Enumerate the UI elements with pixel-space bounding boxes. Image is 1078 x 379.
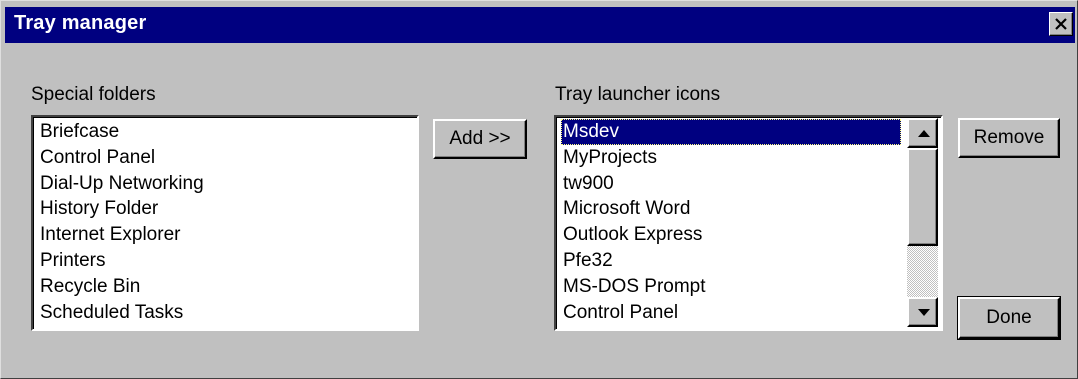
close-button[interactable] (1049, 12, 1073, 36)
list-item[interactable]: Control Panel (38, 145, 204, 171)
list-item[interactable]: Msdev (561, 119, 901, 145)
window-title: Tray manager (14, 12, 147, 34)
tray-launcher-icons-items: Msdev MyProjects tw900 Microsoft Word Outloo… (561, 119, 901, 325)
special-folders-label: Special folders (31, 84, 156, 105)
tray-launcher-icons-label: Tray launcher icons (555, 84, 721, 105)
scroll-up-button[interactable] (907, 118, 938, 148)
list-item[interactable]: Printers (38, 248, 204, 274)
tray-list-scrollbar[interactable] (907, 118, 938, 327)
close-icon (1055, 18, 1067, 30)
list-item[interactable]: Internet Explorer (38, 222, 204, 248)
special-folders-list[interactable]: Briefcase Control Panel Dial-Up Networking… (31, 115, 419, 331)
done-button[interactable]: Done (957, 296, 1061, 340)
arrow-down-icon (918, 309, 930, 316)
list-item[interactable]: MS-DOS Prompt (561, 274, 901, 300)
tray-manager-window: Tray manager Special folders Briefcase Co… (0, 0, 1078, 379)
list-item[interactable]: Scheduled Tasks (38, 300, 204, 326)
list-item[interactable]: Recycle Bin (38, 274, 204, 300)
list-item[interactable]: Outlook Express (561, 222, 901, 248)
list-item[interactable]: Pfe32 (561, 248, 901, 274)
arrow-up-icon (918, 130, 930, 137)
list-item[interactable]: Control Panel (561, 300, 901, 326)
remove-button[interactable]: Remove (958, 118, 1060, 158)
list-item[interactable]: Dial-Up Networking (38, 171, 204, 197)
special-folders-items: Briefcase Control Panel Dial-Up Networking… (38, 119, 204, 325)
list-item[interactable]: MyProjects (561, 145, 901, 171)
list-item[interactable]: Microsoft Word (561, 196, 901, 222)
list-item[interactable]: tw900 (561, 171, 901, 197)
scroll-thumb[interactable] (907, 148, 938, 246)
title-bar[interactable]: Tray manager (5, 7, 1075, 43)
scroll-down-button[interactable] (907, 297, 938, 327)
list-item[interactable]: Briefcase (38, 119, 204, 145)
tray-launcher-icons-list[interactable]: Msdev MyProjects tw900 Microsoft Word Outloo… (554, 115, 943, 331)
list-item[interactable]: History Folder (38, 196, 204, 222)
add-button[interactable]: Add >> (433, 119, 527, 159)
